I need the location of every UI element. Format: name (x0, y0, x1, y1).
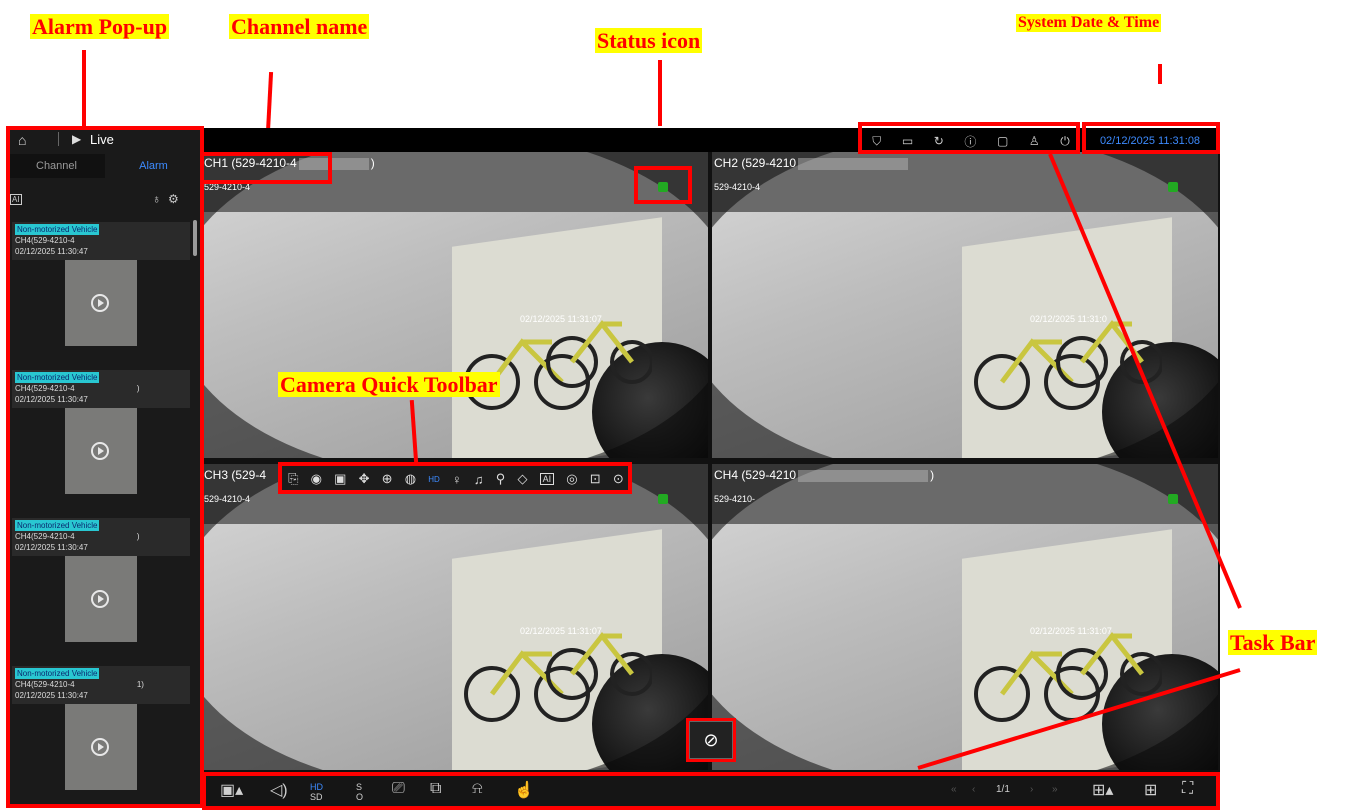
annotation-connectors (917, 153, 1242, 770)
